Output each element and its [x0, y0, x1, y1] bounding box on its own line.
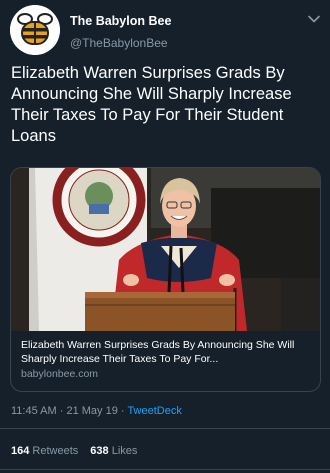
tweet-header: The Babylon Bee @TheBabylonBee [10, 5, 320, 57]
avatar[interactable] [10, 5, 60, 55]
retweets-label: Retweets [32, 445, 79, 457]
retweets-count: 164 [11, 445, 30, 457]
likes-stat[interactable]: 638 Likes [90, 445, 137, 457]
divider [0, 428, 330, 429]
likes-count: 638 [90, 445, 109, 457]
photo-of-speaker-at-podium-icon [11, 168, 320, 331]
card-domain[interactable]: babylonbee.com [21, 368, 98, 380]
more-options-button[interactable] [306, 11, 322, 27]
chevron-down-icon [308, 15, 320, 23]
tweet-view: The Babylon Bee @TheBabylonBee Elizabeth… [0, 0, 330, 473]
tweet-meta: 11:45 AM · 21 May 19 · TweetDeck [11, 405, 182, 417]
divider [0, 469, 330, 470]
likes-label: Likes [111, 445, 138, 457]
meta-separator: · [59, 405, 64, 417]
tweet-text: Elizabeth Warren Surprises Grads By Anno… [11, 64, 292, 145]
card-image[interactable] [11, 168, 320, 331]
meta-separator: · [120, 405, 125, 417]
account-handle[interactable]: @TheBabylonBee [70, 36, 168, 50]
tweet-source-link[interactable]: TweetDeck [127, 405, 181, 417]
babylon-bee-logo-icon [10, 5, 60, 55]
tweet-date: 21 May 19 [66, 405, 118, 417]
link-card[interactable]: Elizabeth Warren Surprises Grads By Anno… [10, 167, 321, 392]
card-title[interactable]: Elizabeth Warren Surprises Grads By Anno… [21, 338, 313, 366]
tweet-stats: 164 Retweets 638 Likes [11, 445, 137, 457]
tweet-time: 11:45 AM [11, 405, 57, 417]
display-name[interactable]: The Babylon Bee [70, 14, 171, 28]
retweets-stat[interactable]: 164 Retweets [11, 445, 78, 457]
